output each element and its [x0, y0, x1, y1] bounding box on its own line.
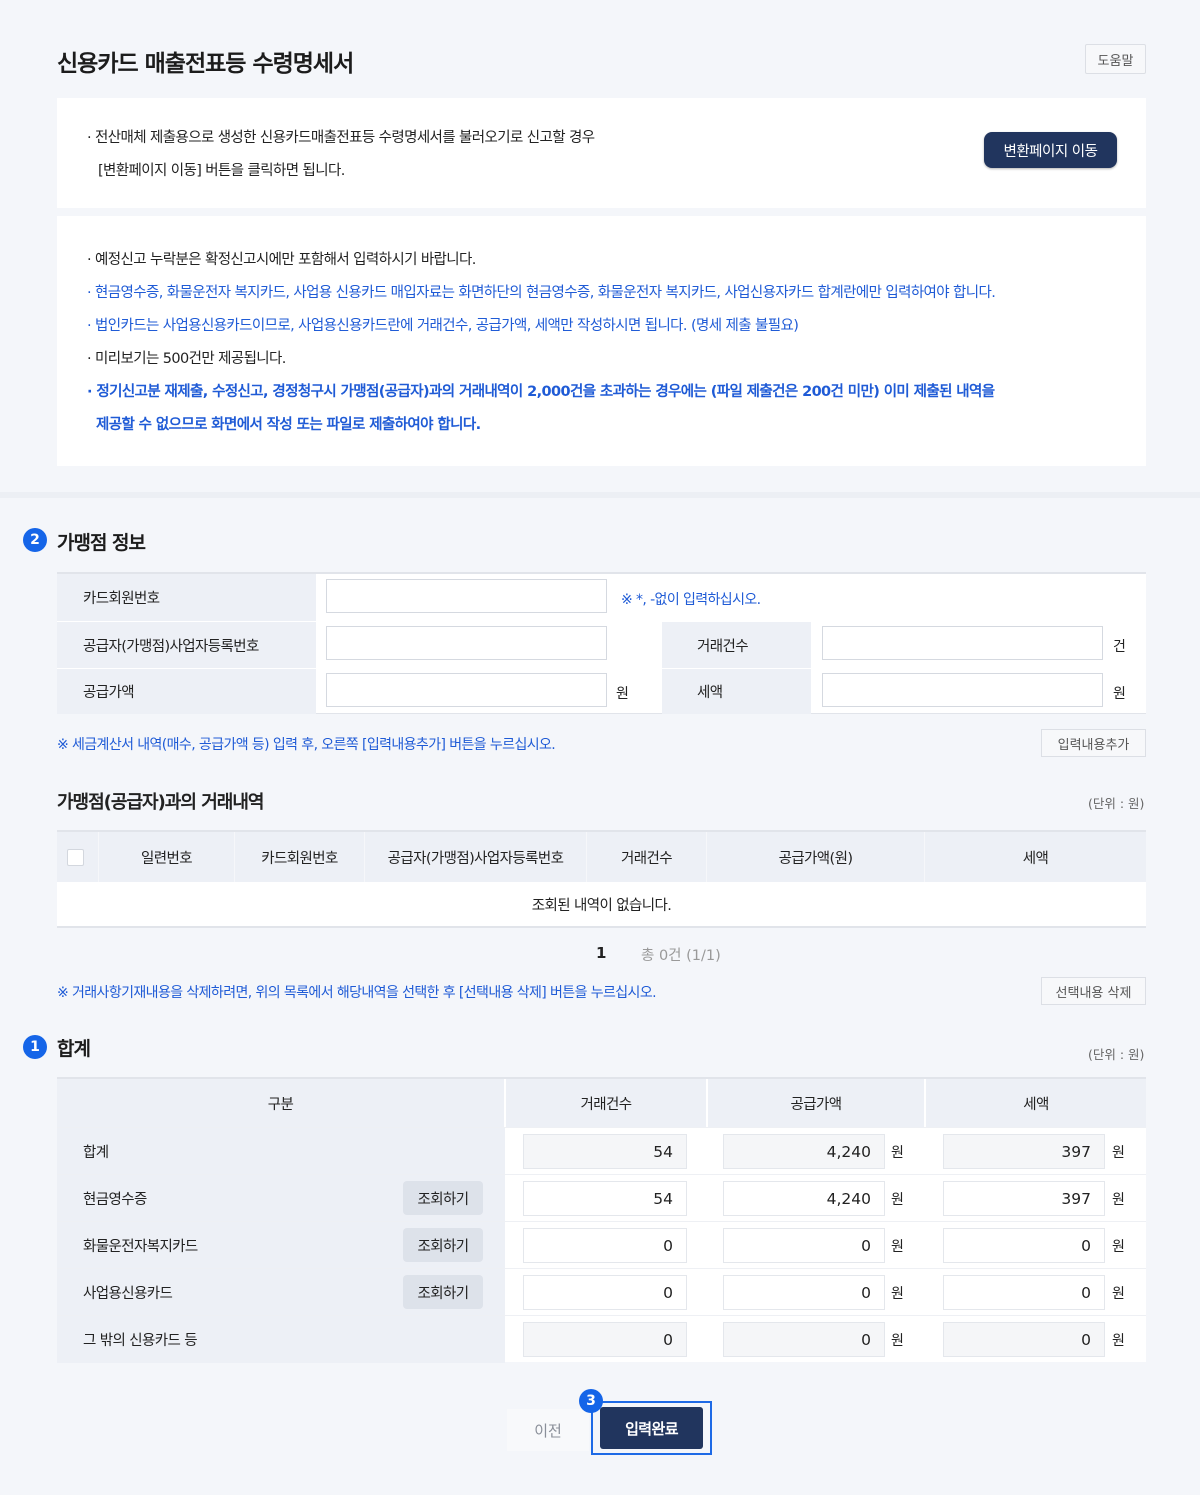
biz-no-label: 공급자(가맹점)사업자등록번호 [57, 621, 316, 668]
supply-label: 공급가액 [57, 668, 316, 714]
col-count: 거래건수 [506, 1079, 707, 1127]
count-input[interactable] [822, 626, 1103, 660]
history-title: 가맹점(공급자)과의 거래내역 [57, 792, 264, 813]
cash-receipt-supply-input[interactable]: 4,240 [723, 1181, 885, 1216]
won-unit: 원 [891, 1192, 904, 1208]
empty-message: 조회된 내역이 없습니다. [57, 882, 1146, 928]
summary-section-title: 합계 [57, 1038, 91, 1060]
add-entry-button[interactable]: 입력내용추가 [1041, 729, 1146, 757]
col-biz-no: 공급자(가맹점)사업자등록번호 [365, 832, 587, 882]
col-supply: 공급가액 [708, 1079, 925, 1127]
delete-selected-button[interactable]: 선택내용 삭제 [1041, 977, 1146, 1005]
guidance-item: · 현금영수증, 화물운전자 복지카드, 사업용 신용카드 매입자료는 화면하단… [87, 285, 996, 301]
section-divider [0, 492, 1200, 498]
complete-button[interactable]: 입력완료 [600, 1407, 703, 1449]
step-badge: 2 [23, 528, 47, 552]
won-unit: 원 [891, 1333, 904, 1349]
tax-label: 세액 [662, 668, 811, 714]
won-unit: 원 [1112, 1286, 1125, 1302]
guidance-item: · 법인카드는 사업용신용카드이므로, 사업용신용카드란에 거래건수, 공급가액… [87, 318, 799, 334]
page-title: 신용카드 매출전표등 수령명세서 [57, 51, 354, 77]
row-label: 합계 [57, 1128, 505, 1175]
business-card-query-button[interactable]: 조회하기 [403, 1275, 483, 1309]
welfare-card-query-button[interactable]: 조회하기 [403, 1228, 483, 1262]
row-label: 그 밖의 신용카드 등 [57, 1316, 505, 1363]
summary-row-welfare-card: 화물운전자복지카드 조회하기 0 0 원 0 원 [57, 1221, 1146, 1269]
won-unit: 원 [891, 1239, 904, 1255]
summary-unit-note: (단위 : 원) [1088, 1047, 1145, 1062]
business-card-count-input[interactable]: 0 [523, 1275, 687, 1310]
convert-notice-line1: · 전산매체 제출용으로 생성한 신용카드매출전표등 수령명세서를 불러오기로 … [87, 130, 595, 146]
cash-receipt-query-button[interactable]: 조회하기 [403, 1181, 483, 1215]
guidance-item: · 정기신고분 재제출, 수정신고, 경정청구시 가맹점(공급자)과의 거래내역… [87, 384, 995, 400]
convert-notice: · 전산매체 제출용으로 생성한 신용카드매출전표등 수령명세서를 불러오기로 … [57, 98, 1146, 208]
welfare-card-tax-input[interactable]: 0 [943, 1228, 1105, 1263]
page-number[interactable]: 1 [596, 944, 606, 962]
col-category: 구분 [57, 1079, 505, 1127]
guidance-item: · 미리보기는 500건만 제공됩니다. [87, 351, 286, 367]
count-label: 거래건수 [662, 621, 811, 668]
guidance-item: 제공할 수 없으므로 화면에서 작성 또는 파일로 제출하여야 합니다. [96, 417, 481, 433]
col-tax: 세액 [926, 1079, 1146, 1127]
biz-no-input[interactable] [326, 626, 607, 660]
welfare-card-count-input[interactable]: 0 [523, 1228, 687, 1263]
step-badge: 1 [23, 1035, 47, 1059]
won-unit: 원 [891, 1286, 904, 1302]
tax-input[interactable] [822, 673, 1103, 707]
col-serial: 일련번호 [99, 832, 235, 882]
col-tax: 세액 [1022, 850, 1049, 867]
supply-input[interactable] [326, 673, 607, 707]
summary-row-business-card: 사업용신용카드 조회하기 0 0 원 0 원 [57, 1268, 1146, 1316]
guidance-item: · 예정신고 누락분은 확정신고시에만 포함해서 입력하시기 바랍니다. [87, 252, 476, 268]
cash-receipt-tax-input[interactable]: 397 [943, 1181, 1105, 1216]
summary-table: 구분 거래건수 공급가액 세액 합계 54 4,240 원 397 원 현금영수… [57, 1077, 1146, 1363]
col-card-no: 카드회원번호 [235, 832, 365, 882]
won-unit: 원 [1112, 1145, 1125, 1161]
tax-unit: 원 [1113, 686, 1126, 702]
other-tax-field: 0 [943, 1322, 1105, 1357]
business-card-supply-input[interactable]: 0 [723, 1275, 885, 1310]
delete-hint: ※ 거래사항기재내용을 삭제하려면, 위의 목록에서 해당내역을 선택한 후 [… [57, 985, 657, 1001]
col-supply: 공급가액(원) [707, 832, 925, 882]
convert-page-button[interactable]: 변환페이지 이동 [984, 132, 1117, 168]
other-supply-field: 0 [723, 1322, 885, 1357]
add-hint: ※ 세금계산서 내역(매수, 공급가액 등) 입력 후, 오른쪽 [입력내용추가… [57, 737, 556, 753]
step-badge: 3 [579, 1389, 603, 1413]
cash-receipt-count-input[interactable]: 54 [523, 1181, 687, 1216]
summary-row-cash-receipt: 현금영수증 조회하기 54 4,240 원 397 원 [57, 1174, 1146, 1222]
col-count: 거래건수 [587, 832, 707, 882]
card-no-label: 카드회원번호 [57, 574, 316, 621]
welfare-card-supply-input[interactable]: 0 [723, 1228, 885, 1263]
merchant-form: 카드회원번호 ※ *, -없이 입력하십시오. 공급자(가맹점)사업자등록번호 … [57, 572, 1146, 714]
total-tax-field: 397 [943, 1134, 1105, 1169]
total-count-field: 54 [523, 1134, 687, 1169]
merchant-section-title: 가맹점 정보 [57, 532, 146, 554]
history-table-header: 일련번호 카드회원번호 공급자(가맹점)사업자등록번호 거래건수 공급가액(원)… [57, 830, 1146, 882]
count-unit: 건 [1113, 639, 1126, 655]
card-no-hint: ※ *, -없이 입력하십시오. [621, 592, 761, 608]
total-supply-field: 4,240 [723, 1134, 885, 1169]
card-no-input[interactable] [326, 579, 607, 613]
other-count-field: 0 [523, 1322, 687, 1357]
won-unit: 원 [1112, 1333, 1125, 1349]
prev-button[interactable]: 이전 [507, 1409, 589, 1451]
convert-notice-line2: [변환페이지 이동] 버튼을 클릭하면 됩니다. [98, 163, 345, 179]
help-button[interactable]: 도움말 [1085, 44, 1146, 74]
won-unit: 원 [1112, 1239, 1125, 1255]
won-unit: 원 [1112, 1192, 1125, 1208]
page-total: 총 0건 (1/1) [641, 948, 721, 964]
summary-row-other-cards: 그 밖의 신용카드 등 0 0 원 0 원 [57, 1315, 1146, 1363]
guidance-notice: · 예정신고 누락분은 확정신고시에만 포함해서 입력하시기 바랍니다. · 현… [57, 216, 1146, 466]
history-unit-note: (단위 : 원) [1088, 796, 1145, 811]
select-all-cell [57, 832, 99, 882]
business-card-tax-input[interactable]: 0 [943, 1275, 1105, 1310]
supply-unit: 원 [616, 686, 629, 702]
won-unit: 원 [891, 1145, 904, 1161]
select-all-checkbox[interactable] [67, 849, 84, 866]
summary-row-total: 합계 54 4,240 원 397 원 [57, 1127, 1146, 1175]
